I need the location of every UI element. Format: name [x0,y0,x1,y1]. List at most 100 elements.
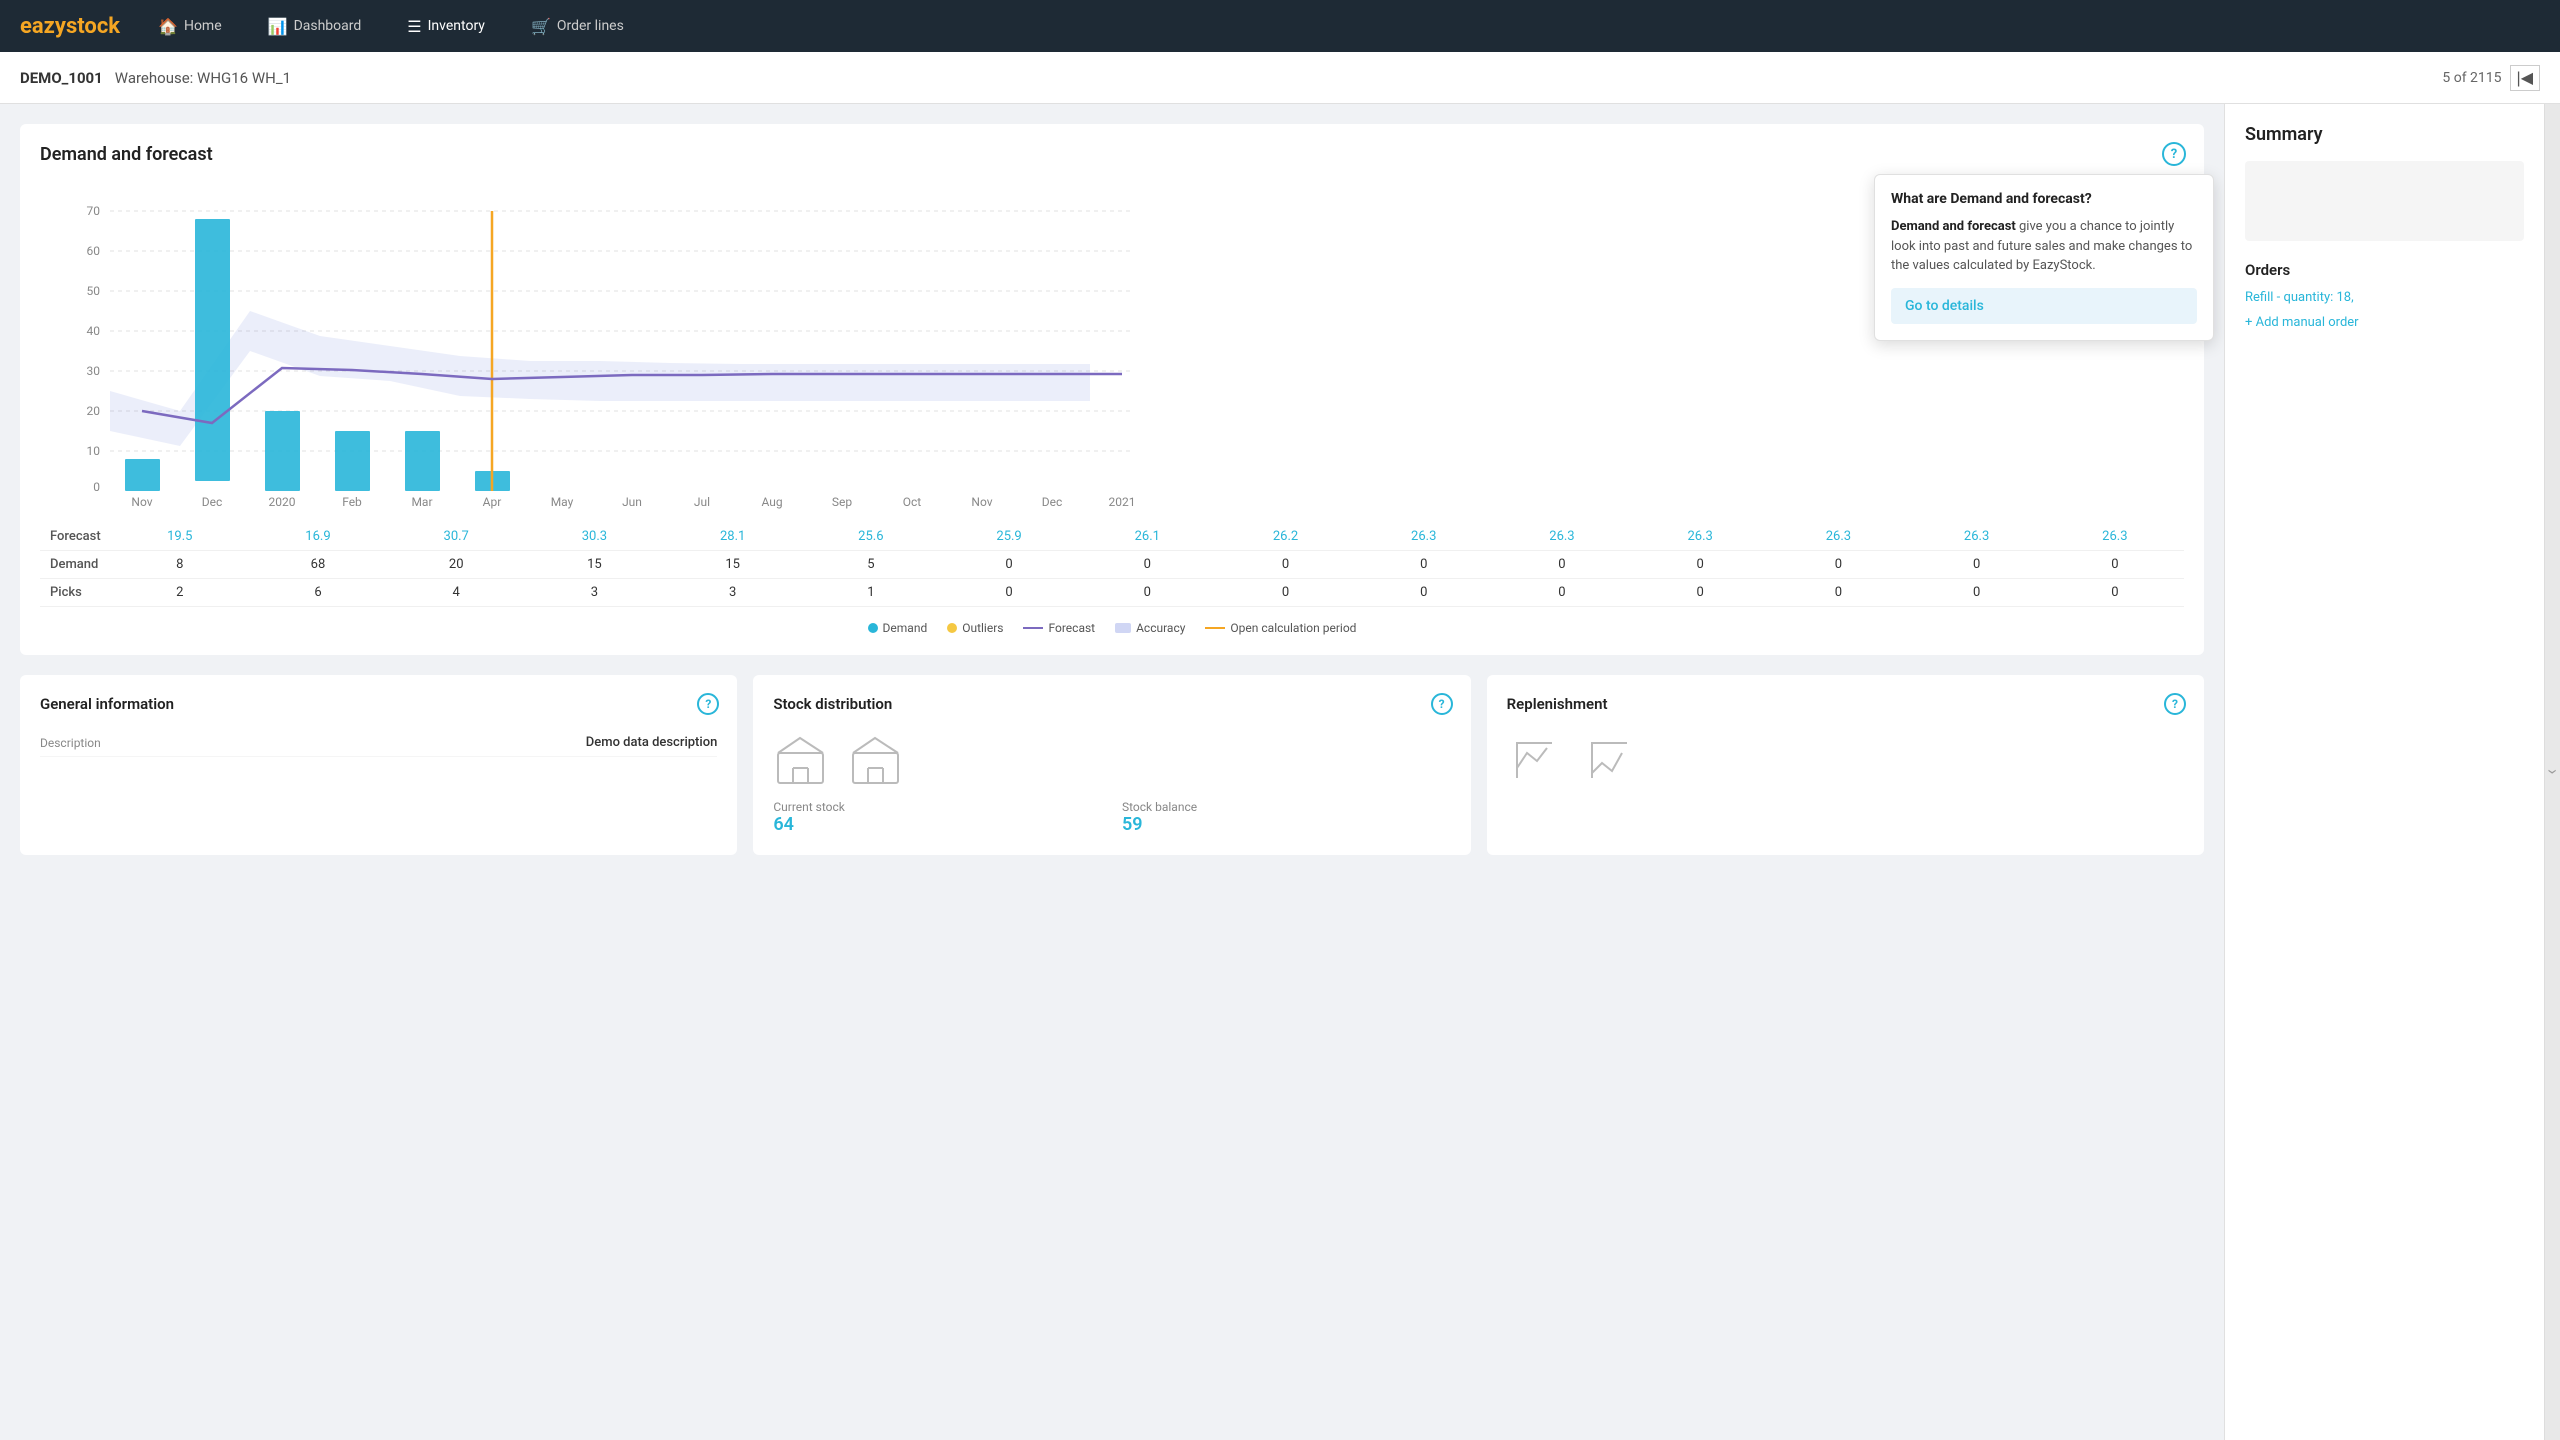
summary-title: Summary [2245,124,2524,145]
navbar: eazystock 🏠 Home 📊 Dashboard ☰ Inventory… [0,0,2560,52]
demand-jun: 0 [1078,551,1216,579]
picks-dec2: 0 [1908,579,2046,607]
legend-open-calc: Open calculation period [1205,621,1356,635]
logo-accent: stock [66,14,120,39]
svg-text:10: 10 [87,444,101,458]
chart-legend: Demand Outliers Forecast Accuracy Open c… [40,621,2184,635]
first-page-button[interactable]: |◀ [2510,65,2540,91]
svg-text:Jun: Jun [622,495,642,509]
nav-orderlines[interactable]: 🛒 Order lines [523,13,632,40]
refill-anchor[interactable]: Refill - quantity: 18, [2245,290,2354,305]
demand-sep: 0 [1493,551,1631,579]
svg-text:40: 40 [87,324,101,338]
nav-arrows: |◀ [2510,65,2540,91]
nav-dashboard[interactable]: 📊 Dashboard [260,13,370,40]
add-manual-link[interactable]: + Add manual order [2245,315,2524,330]
left-content: Demand and forecast ? What are Demand an… [0,104,2224,1440]
picks-row: Picks 2 6 4 3 3 1 0 0 0 0 0 0 0 [40,579,2184,607]
accuracy-legend-label: Accuracy [1136,621,1185,635]
stock-icon-1 [773,733,828,792]
forecast-label: Forecast [40,523,111,551]
demand-dec: 68 [249,551,387,579]
demand-aug: 0 [1355,551,1493,579]
current-stock-value: 64 [773,814,1102,835]
add-manual-text[interactable]: + Add manual order [2245,315,2524,330]
demand-dec2: 0 [1908,551,2046,579]
svg-text:2020: 2020 [269,495,296,509]
picks-feb: 3 [525,579,663,607]
demand-legend-label: Demand [883,621,928,635]
description-label: Description [40,736,101,750]
nav-inventory-label: Inventory [428,18,485,34]
svg-text:Dec: Dec [202,495,223,509]
svg-text:Jul: Jul [694,495,710,509]
right-panel: Summary Orders Refill - quantity: 18, + … [2224,104,2544,1440]
forecast-2021: 26.3 [2046,523,2184,551]
demand-label: Demand [40,551,111,579]
forecast-jul: 26.2 [1216,523,1354,551]
picks-jul: 0 [1216,579,1354,607]
svg-text:20: 20 [87,404,101,418]
item-id: DEMO_1001 [20,69,103,87]
svg-text:Mar: Mar [411,495,432,509]
stock-distribution-card: Stock distribution ? [753,675,1470,855]
replenishment-icon-2 [1582,733,1637,792]
description-value: Demo data description [586,735,718,750]
forecast-legend-line [1023,627,1043,629]
nav-dashboard-label: Dashboard [294,18,362,34]
chart-help-icon[interactable]: ? [2162,142,2186,166]
replenishment-help-icon[interactable]: ? [2164,693,2186,715]
replenishment-icon-1 [1507,733,1562,792]
picks-aug: 0 [1355,579,1493,607]
tooltip-bold: Demand and forecast [1891,219,2016,234]
svg-text:60: 60 [87,244,101,258]
general-info-card: General information ? Description Demo d… [20,675,737,855]
description-row: Description Demo data description [40,729,717,757]
forecast-apr: 25.6 [802,523,940,551]
forecast-mar: 28.1 [664,523,802,551]
tooltip-goto-link[interactable]: Go to details [1891,288,2197,324]
svg-text:May: May [551,495,574,509]
svg-text:Nov: Nov [971,495,992,509]
chart-title: Demand and forecast [40,144,2184,165]
svg-text:Dec: Dec [1042,495,1063,509]
main-layout: Demand and forecast ? What are Demand an… [0,104,2560,1440]
breadcrumb-right: 5 of 2115 |◀ [2442,65,2540,91]
legend-outliers: Outliers [947,621,1003,635]
stock-balance-value: 59 [1122,814,1451,835]
svg-text:2021: 2021 [1109,495,1136,509]
outliers-legend-dot [947,623,957,633]
demand-nov2: 0 [1769,551,1907,579]
refill-link[interactable]: Refill - quantity: 18, [2245,289,2524,305]
picks-nov2: 0 [1769,579,1907,607]
stock-values-row: Current stock 64 Stock balance 59 [773,800,1450,835]
forecast-nov2: 26.3 [1769,523,1907,551]
forecast-oct: 26.3 [1631,523,1769,551]
right-edge-handle[interactable]: › [2544,104,2560,1440]
svg-text:70: 70 [87,204,101,218]
orders-title: Orders [2245,261,2524,279]
picks-apr: 1 [802,579,940,607]
replenishment-icons-row [1507,733,2184,792]
svg-text:Apr: Apr [483,495,502,509]
nav-home[interactable]: 🏠 Home [150,13,230,40]
svg-text:30: 30 [87,364,101,378]
open-calc-legend-label: Open calculation period [1230,621,1356,635]
general-info-title: General information [40,695,717,713]
accuracy-legend-dot [1115,623,1131,633]
chart-container: 70 60 50 40 30 20 10 0 [40,181,2184,511]
legend-forecast: Forecast [1023,621,1095,635]
warehouse-label: Warehouse: WHG16 WH_1 [115,69,291,87]
stock-help-icon[interactable]: ? [1431,693,1453,715]
replenishment-title: Replenishment [1507,695,2184,713]
picks-oct: 0 [1631,579,1769,607]
tooltip-title: What are Demand and forecast? [1891,191,2197,207]
picks-dec: 6 [249,579,387,607]
stock-distribution-title: Stock distribution [773,695,1450,713]
svg-text:Sep: Sep [832,495,852,509]
stock-icon-2 [848,733,903,792]
forecast-row: Forecast 19.5 16.9 30.7 30.3 28.1 25.6 2… [40,523,2184,551]
nav-inventory[interactable]: ☰ Inventory [399,13,493,40]
replenishment-card: Replenishment ? [1487,675,2204,855]
forecast-feb: 30.3 [525,523,663,551]
